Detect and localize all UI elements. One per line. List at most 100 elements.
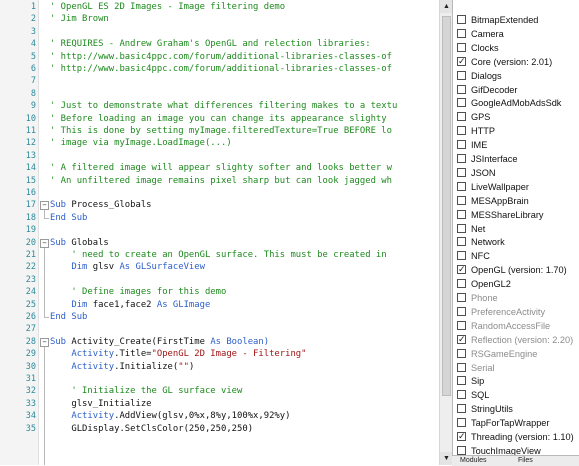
checkbox[interactable] [457,70,466,80]
code-editor[interactable]: 1 ' OpenGL ES 2D Images - Image filtering… [0,0,439,465]
code-line[interactable]: 34 Activity.AddView(glsv,0%x,8%y,100%x,9… [0,410,439,422]
checkbox[interactable] [457,15,466,24]
checkbox[interactable] [457,237,466,247]
code-line[interactable]: 26 End Sub [0,311,439,323]
code-line[interactable]: 14 ' A filtered image will appear slighty… [0,162,439,174]
library-item[interactable]: Net [457,223,579,236]
code-line[interactable]: 28 Sub Activity_Create(FirstTime As Boole… [0,336,439,348]
fold-toggle-icon[interactable]: − [40,238,49,248]
checkbox[interactable] [457,418,466,428]
library-item[interactable]: RandomAccessFile [457,320,579,333]
checkbox[interactable] [457,181,466,191]
code-line[interactable]: 10 ' Before loading an image you can chan… [0,113,439,125]
code-line[interactable]: 9 ' Just to demonstrate what differences … [0,100,439,112]
checkbox[interactable] [457,98,466,108]
checkbox-checked[interactable]: ✓ [457,432,466,441]
code-line[interactable]: 5 ' http://www.basic4ppc.com/forum/additi… [0,51,439,63]
checkbox[interactable] [457,195,466,205]
library-item[interactable]: Serial [457,362,579,375]
library-item[interactable]: HTTP [457,125,579,138]
code-line[interactable]: 3 [0,26,439,38]
checkbox[interactable] [457,112,466,122]
code-line[interactable]: 7 [0,75,439,87]
library-item[interactable]: IME [457,139,579,152]
library-item[interactable]: GifDecoder [457,84,579,97]
code-line[interactable]: 33 glsv_Initialize [0,398,439,410]
library-item[interactable]: SQL [457,389,579,402]
checkbox[interactable] [457,348,466,358]
library-item[interactable]: LiveWallpaper [457,181,579,194]
checkbox[interactable] [457,279,466,289]
code-line[interactable]: 19 [0,224,439,236]
library-item[interactable]: ✓ OpenGL (version: 1.70) [457,264,579,277]
library-item[interactable]: MESShareLibrary [457,209,579,222]
library-item[interactable]: PreferenceActivity [457,306,579,319]
library-item[interactable]: BitmapExtended [457,14,579,27]
code-line[interactable]: 30 Activity.Initialize("") [0,361,439,373]
code-line[interactable]: 27 [0,323,439,335]
code-line[interactable]: 17 Sub Process_Globals [0,199,439,211]
code-line[interactable]: 20 Sub Globals [0,237,439,249]
checkbox[interactable] [457,28,466,38]
code-line[interactable]: 13 [0,150,439,162]
code-line[interactable]: 35 GLDisplay.SetClsColor(250,250,250) [0,423,439,435]
library-item[interactable]: Network [457,236,579,249]
code-line[interactable]: 6 ' http://www.basic4ppc.com/forum/additi… [0,63,439,75]
checkbox-checked[interactable]: ✓ [457,265,466,275]
library-item[interactable]: Sip [457,375,579,388]
library-item[interactable]: Dialogs [457,70,579,83]
library-item[interactable]: MESAppBrain [457,195,579,208]
checkbox[interactable] [457,42,466,52]
checkbox[interactable] [457,167,466,177]
fold-toggle-icon[interactable]: − [40,337,49,347]
code-line[interactable]: 1 ' OpenGL ES 2D Images - Image filtering… [0,1,439,13]
checkbox-checked[interactable]: ✓ [457,56,466,66]
code-line[interactable]: 29 Activity.Title="OpenGL 2D Image - Fil… [0,348,439,360]
checkbox[interactable] [457,390,466,400]
checkbox[interactable] [457,320,466,330]
code-line[interactable]: 24 ' Define images for this demo [0,286,439,298]
checkbox[interactable] [457,445,466,455]
library-item[interactable]: RSGameEngine [457,348,579,361]
checkbox[interactable] [457,126,466,136]
library-item[interactable]: NFC [457,250,579,263]
library-item[interactable]: ✓ Core (version: 2.01) [457,56,579,69]
checkbox[interactable] [457,223,466,233]
checkbox[interactable] [457,140,466,150]
code-line[interactable]: 18 End Sub [0,212,439,224]
editor-vertical-scrollbar[interactable]: ▲ ▼ [439,0,453,465]
code-line[interactable]: 21 ' need to create an OpenGL surface. T… [0,249,439,261]
checkbox[interactable] [457,404,466,414]
code-line[interactable]: 12 ' image via myImage.LoadImage(...) [0,137,439,149]
library-item[interactable]: GPS [457,111,579,124]
code-line[interactable]: 8 [0,88,439,100]
code-line[interactable]: 16 [0,187,439,199]
library-item[interactable]: ✓ Reflection (version: 2.20) [457,334,579,347]
library-item[interactable]: JSON [457,167,579,180]
library-item[interactable]: JSInterface [457,153,579,166]
checkbox[interactable] [457,293,466,302]
checkbox[interactable] [457,209,466,219]
checkbox-checked[interactable]: ✓ [457,334,466,344]
library-item[interactable]: GoogleAdMobAdsSdk [457,97,579,110]
library-item[interactable]: Phone [457,292,579,305]
checkbox[interactable] [457,362,466,372]
checkbox[interactable] [457,154,466,163]
code-line[interactable]: 4 ' REQUIRES - Andrew Graham's OpenGL and… [0,38,439,50]
checkbox[interactable] [457,306,466,316]
checkbox[interactable] [457,251,466,261]
library-item[interactable]: Camera [457,28,579,41]
library-item[interactable]: OpenGL2 [457,278,579,291]
library-item[interactable]: TapForTapWrapper [457,417,579,430]
library-item[interactable]: Clocks [457,42,579,55]
library-item[interactable]: ✓ Threading (version: 1.10) [457,431,579,444]
code-line[interactable]: 32 ' Initialize the GL surface view [0,385,439,397]
code-line[interactable]: 2 ' Jim Brown [0,13,439,25]
code-line[interactable]: 15 ' An unfiltered image remains pixel sh… [0,175,439,187]
checkbox[interactable] [457,376,466,386]
checkbox[interactable] [457,84,466,94]
code-line[interactable]: 11 ' This is done by setting myImage.filt… [0,125,439,137]
code-line[interactable]: 22 Dim glsv As GLSurfaceView [0,261,439,273]
code-line[interactable]: 31 [0,373,439,385]
fold-toggle-icon[interactable]: − [40,201,49,211]
